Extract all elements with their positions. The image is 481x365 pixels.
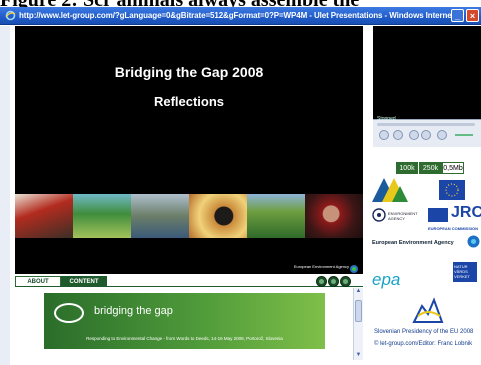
previous-button[interactable] [409, 130, 419, 140]
agency-credit: European Environment Agency [293, 264, 349, 269]
photo-woman [305, 194, 363, 238]
jrc-label: JRC [451, 204, 481, 221]
scroll-thumb[interactable] [355, 300, 362, 322]
media-controls: Stopped [373, 116, 481, 147]
chevron-logo-icon [372, 178, 410, 202]
photo-green-wetland [73, 194, 131, 238]
bandwidth-250k-option[interactable]: 250k [418, 162, 442, 174]
eu-flag-small-icon [428, 208, 448, 222]
content-scrollbar[interactable]: ▲ ▼ [353, 288, 363, 360]
tab-underline [15, 286, 363, 287]
bandwidth-100k-option[interactable]: 100k [396, 162, 418, 174]
photo-flood [131, 194, 189, 238]
photo-grouse-bird [189, 194, 247, 238]
environment-agency-label: ENVIRONMENT AGENCY [388, 211, 418, 221]
slide-title: Bridging the Gap 2008 [114, 64, 264, 80]
nav-button-2[interactable] [328, 276, 339, 287]
mute-button[interactable] [437, 130, 447, 140]
mini-video-window[interactable] [373, 26, 481, 124]
slide-video-player[interactable]: Bridging the Gap 2008 Reflections Europe… [15, 26, 363, 274]
volume-slider[interactable] [455, 134, 473, 136]
next-button[interactable] [421, 130, 431, 140]
stop-button[interactable] [393, 130, 403, 140]
nav-button-1[interactable] [316, 276, 327, 287]
presidency-label: Slovenian Presidency of the EU 2008 [374, 329, 474, 335]
play-button[interactable] [379, 130, 389, 140]
nav-button-3[interactable] [340, 276, 351, 287]
slovenian-presidency-logo-icon [412, 296, 444, 326]
bridging-the-gap-banner: bridging the gap Responding to Environme… [44, 293, 325, 349]
photo-green-field [247, 194, 305, 238]
close-button[interactable]: × [466, 9, 479, 22]
natur-logo: NATUR VÅRDS VERKET [453, 262, 477, 282]
minimize-button[interactable]: _ [451, 9, 464, 22]
player-status: Stopped [377, 116, 396, 122]
eu-flag-icon [439, 180, 465, 200]
browser-titlebar: http://www.let-group.com/?gLanguage=0&gB… [0, 7, 481, 25]
slide-subtitle: Reflections [153, 94, 225, 109]
scroll-up-icon[interactable]: ▲ [355, 288, 362, 295]
leaf-logo-icon [54, 303, 84, 323]
epa-logo: epa [372, 270, 401, 289]
window-title: http://www.let-group.com/?gLanguage=0&gB… [19, 11, 451, 20]
navigation-buttons [316, 276, 351, 287]
photo-strip [15, 194, 363, 238]
eea-label: European Environment Agency [372, 240, 454, 246]
internet-explorer-icon [4, 10, 16, 22]
bandwidth-selector: 100k 250k 0,5Mb [396, 162, 464, 174]
natur-label: NATUR VÅRDS VERKET [454, 264, 471, 279]
environment-agency-logo: ENVIRONMENT AGENCY [372, 208, 424, 226]
eea-globe-icon [349, 261, 359, 273]
photo-red-landscape [15, 194, 73, 238]
eea-star-icon [466, 234, 481, 249]
window-left-border [0, 26, 10, 365]
scroll-down-icon[interactable]: ▼ [355, 352, 362, 359]
copyright-label[interactable]: © let-group.com/Editor: Franc Lobnik [374, 341, 472, 347]
bandwidth-05mb-option[interactable]: 0,5Mb [442, 162, 464, 174]
jrc-logo: JRC [451, 204, 481, 224]
european-commission-label: EUROPEAN COMMISSION [428, 226, 479, 231]
partner-logos: ENVIRONMENT AGENCY JRC EUROPEAN COMMISSI… [372, 178, 481, 365]
seek-bar[interactable] [377, 123, 475, 126]
banner-subtitle: Responding to Environmental Change - fro… [86, 336, 283, 341]
banner-title: bridging the gap [94, 305, 173, 317]
